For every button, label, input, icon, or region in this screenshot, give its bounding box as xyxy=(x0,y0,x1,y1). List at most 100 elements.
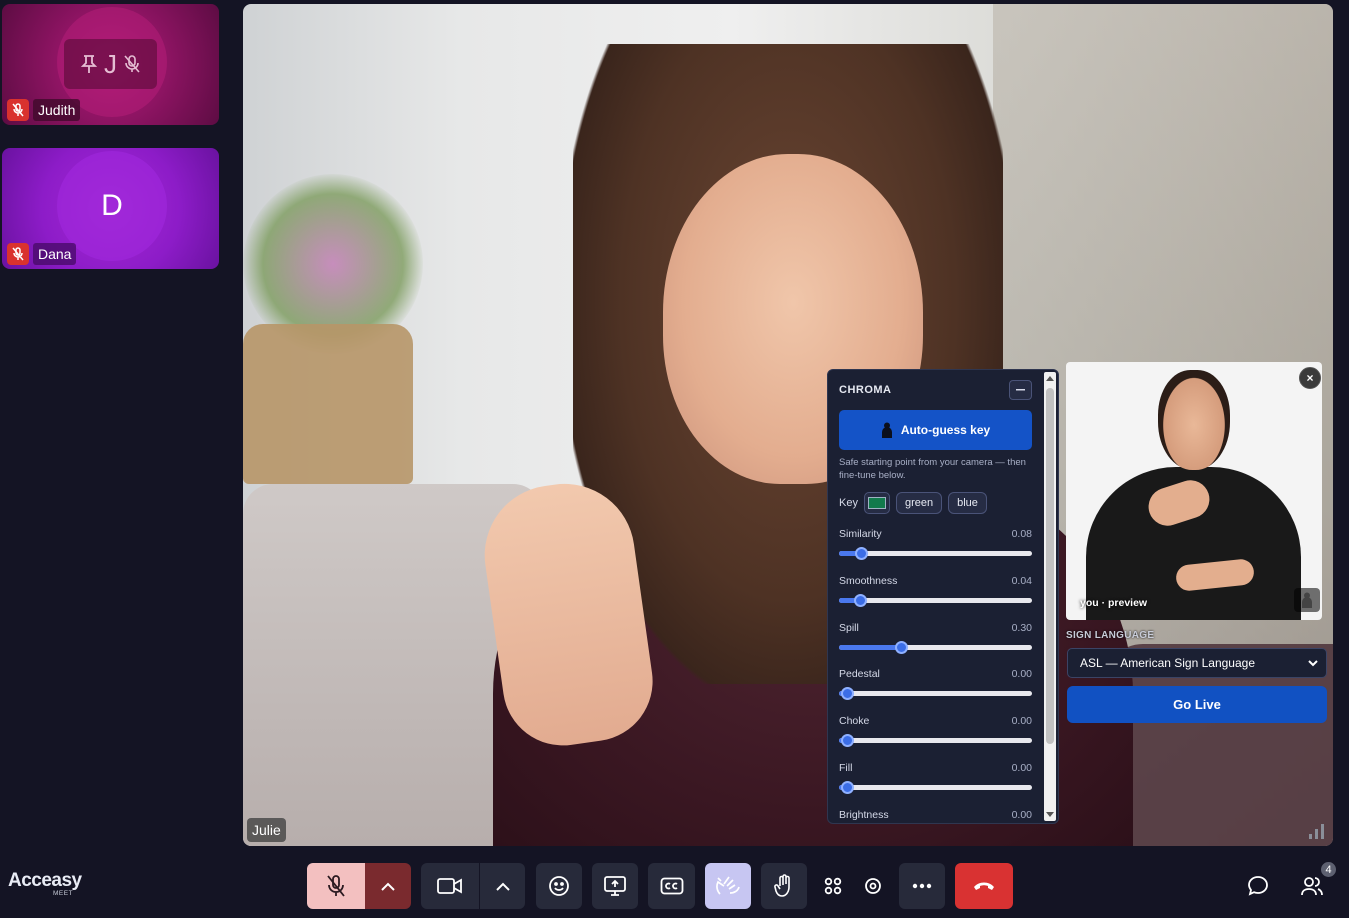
slider-knob[interactable] xyxy=(855,547,869,560)
slider-track[interactable] xyxy=(839,547,1032,560)
interpreter-head xyxy=(1158,370,1230,470)
slider-brightness[interactable]: Brightness 0.00 xyxy=(839,808,1032,823)
chevron-down-icon xyxy=(1308,660,1318,667)
silhouette-toggle-button[interactable] xyxy=(1294,588,1320,612)
avatar-initial: J xyxy=(104,48,117,79)
key-label: Key xyxy=(839,497,858,509)
slider-smoothness[interactable]: Smoothness 0.04 xyxy=(839,575,1032,615)
chroma-title: CHROMA xyxy=(839,384,892,396)
mute-button[interactable] xyxy=(307,863,365,909)
sign-language-label: SIGN LANGUAGE xyxy=(1066,630,1155,641)
slider-value: 0.00 xyxy=(1011,668,1032,681)
smiley-icon xyxy=(549,876,569,896)
reactions-button[interactable] xyxy=(536,863,582,909)
slider-spill[interactable]: Spill 0.30 xyxy=(839,622,1032,662)
slider-label: Spill xyxy=(839,621,859,634)
participant-tile-judith[interactable]: J Judith xyxy=(2,4,219,125)
person-silhouette-icon xyxy=(1302,592,1312,608)
slider-value: 0.00 xyxy=(1011,808,1032,821)
muted-icon xyxy=(7,243,29,265)
chevron-up-icon xyxy=(495,882,510,891)
slider-label: Similarity xyxy=(839,528,882,540)
interpreter-preview: you · preview xyxy=(1066,362,1322,620)
apps-grid-icon xyxy=(824,877,842,895)
brand-sub: MEET xyxy=(53,890,74,897)
more-options-button[interactable] xyxy=(899,863,945,909)
minus-icon xyxy=(1016,389,1025,391)
slider-label: Pedestal xyxy=(839,668,880,681)
apps-button[interactable] xyxy=(817,863,849,909)
slider-track[interactable] xyxy=(839,640,1032,654)
leave-call-button[interactable] xyxy=(955,863,1013,909)
slider-pedestal[interactable]: Pedestal 0.00 xyxy=(839,668,1032,708)
scroll-up-icon[interactable] xyxy=(1046,376,1054,381)
chat-button[interactable] xyxy=(1240,863,1276,909)
people-icon xyxy=(1301,877,1323,896)
chroma-scrollbar[interactable] xyxy=(1044,372,1056,821)
pin-icon[interactable] xyxy=(80,54,98,74)
chroma-help-text: Safe starting point from your camera — t… xyxy=(839,457,1026,481)
slider-label: Fill xyxy=(839,762,853,774)
mic-options-button[interactable] xyxy=(365,863,411,909)
more-dots-icon xyxy=(912,883,932,889)
sign-language-button[interactable] xyxy=(705,863,751,909)
key-green-button[interactable]: green xyxy=(895,492,943,514)
brand-logo: Acceasy xyxy=(8,870,82,891)
scroll-down-icon[interactable] xyxy=(1046,812,1054,817)
camera-options-button[interactable] xyxy=(480,863,525,909)
close-icon[interactable]: × xyxy=(1299,367,1321,389)
slider-value: 0.08 xyxy=(1011,528,1032,540)
raise-hand-icon xyxy=(774,874,790,897)
go-live-button[interactable]: Go Live xyxy=(1067,686,1327,723)
captions-button[interactable] xyxy=(648,863,695,909)
slider-fill[interactable]: Fill 0.00 xyxy=(839,762,1032,802)
person-silhouette-icon xyxy=(881,422,892,438)
tile-hover-controls: J xyxy=(64,39,157,89)
sign-language-select[interactable]: ASL — American Sign Language xyxy=(1067,648,1327,678)
slider-knob[interactable] xyxy=(841,687,854,701)
auto-guess-key-button[interactable]: Auto-guess key xyxy=(839,410,1032,450)
slider-knob[interactable] xyxy=(895,640,908,654)
raise-hand-button[interactable] xyxy=(761,863,807,909)
mic-off-icon xyxy=(124,55,140,73)
participant-tile-dana[interactable]: D Dana xyxy=(2,148,219,269)
avatar-initial: D xyxy=(101,189,123,222)
video-camera-icon xyxy=(437,878,462,894)
scroll-thumb[interactable] xyxy=(1046,388,1054,744)
main-video-name: Julie xyxy=(247,818,286,842)
participants-count-badge: 4 xyxy=(1319,860,1338,879)
slider-choke[interactable]: Choke 0.00 xyxy=(839,715,1032,755)
slider-track[interactable] xyxy=(839,781,1032,794)
closed-captions-icon xyxy=(660,877,683,895)
view-button[interactable] xyxy=(857,863,889,909)
slider-label: Choke xyxy=(839,715,870,728)
chevron-up-icon xyxy=(381,882,395,891)
chat-bubble-icon xyxy=(1248,876,1268,896)
auto-guess-key-label: Auto-guess key xyxy=(900,423,991,437)
sign-language-selected: ASL — American Sign Language xyxy=(1080,656,1256,670)
slider-value: 0.00 xyxy=(1011,762,1032,774)
participant-name-tag: Judith xyxy=(7,99,81,121)
screen-share-icon xyxy=(604,876,626,896)
share-screen-button[interactable] xyxy=(592,863,638,909)
signal-strength-icon xyxy=(1309,824,1324,839)
camera-button[interactable] xyxy=(421,863,479,909)
muted-icon xyxy=(7,99,29,121)
slider-fill xyxy=(839,644,902,650)
slider-track[interactable] xyxy=(839,593,1032,607)
slider-label: Smoothness xyxy=(839,574,898,587)
slider-knob[interactable] xyxy=(853,593,867,607)
slider-similarity[interactable]: Similarity 0.08 xyxy=(839,528,1032,568)
key-row: Key green blue xyxy=(839,492,987,514)
key-color-swatch[interactable] xyxy=(863,492,890,514)
slider-knob[interactable] xyxy=(841,734,854,748)
slider-knob[interactable] xyxy=(841,781,854,794)
slider-track[interactable] xyxy=(839,734,1032,748)
collapse-button[interactable] xyxy=(1009,380,1032,400)
slider-track[interactable] xyxy=(839,687,1032,701)
slider-value: 0.00 xyxy=(1011,715,1032,728)
slider-label: Brightness xyxy=(839,808,889,821)
participant-name-tag: Dana xyxy=(7,243,77,265)
key-blue-button[interactable]: blue xyxy=(948,492,987,514)
eye-icon xyxy=(865,878,881,894)
